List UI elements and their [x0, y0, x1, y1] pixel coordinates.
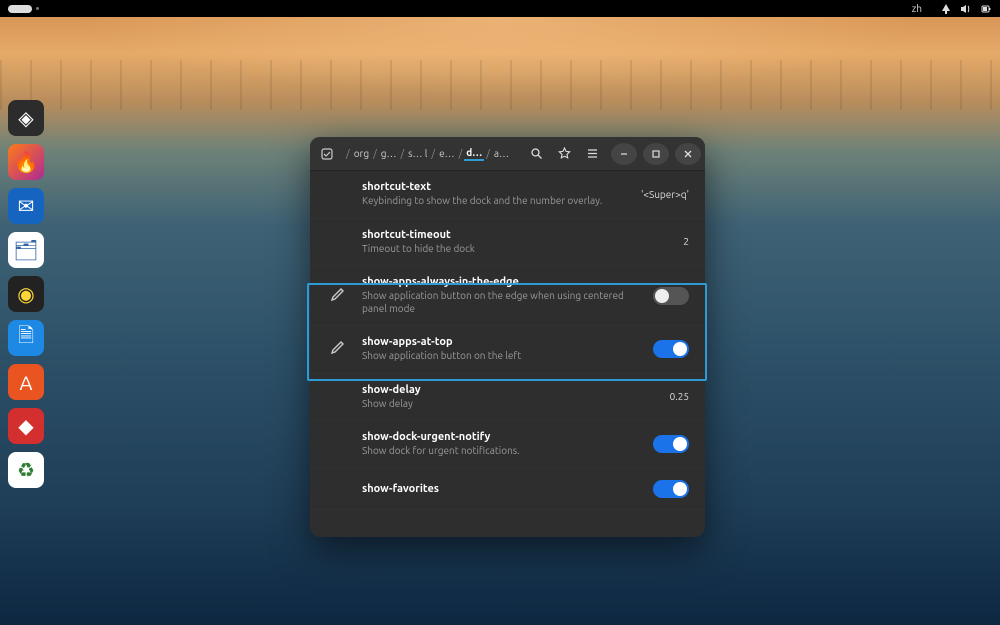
firefox-icon: 🔥	[14, 150, 39, 174]
document-icon: 🗎	[18, 321, 34, 355]
trash-icon: ♻	[17, 458, 35, 482]
toggle-show-favorites[interactable]	[653, 480, 689, 498]
dock-files[interactable]: 🗂	[8, 232, 44, 268]
dock-rhythmbox[interactable]: ◉	[8, 276, 44, 312]
toggle-show-apps-at-top[interactable]	[653, 340, 689, 358]
ubuntu-icon: ◈	[18, 106, 33, 130]
toggle-show-apps-always-in-the-edge[interactable]	[653, 287, 689, 305]
top-bar: zh	[0, 0, 1000, 17]
dock-thunderbird[interactable]: ✉	[8, 188, 44, 224]
key-row-shortcut-text[interactable]: shortcut-text Keybinding to show the dock…	[310, 171, 705, 219]
key-name: show-delay	[362, 384, 658, 396]
network-icon[interactable]	[940, 3, 952, 15]
dconf-logo-icon	[314, 141, 340, 167]
bookmark-button[interactable]	[551, 141, 577, 167]
pencil-icon	[330, 339, 350, 359]
volume-icon[interactable]	[960, 3, 972, 15]
close-button[interactable]	[675, 143, 701, 165]
app-icon: ◆	[18, 414, 33, 438]
menu-button[interactable]	[579, 141, 605, 167]
workspace-dot	[36, 7, 39, 10]
shopping-bag-icon: A	[20, 371, 33, 394]
maximize-button[interactable]	[643, 143, 669, 165]
thunderbird-icon: ✉	[18, 194, 35, 218]
key-value: '<Super>q'	[641, 189, 689, 200]
key-name: shortcut-timeout	[362, 229, 671, 241]
key-desc: Show application button on the edge when…	[362, 290, 641, 315]
dock-app[interactable]: ◆	[8, 408, 44, 444]
headerbar: /org /g… /s… l /e… /d… /a…	[310, 137, 705, 171]
files-icon: 🗂	[13, 238, 38, 262]
speaker-icon: ◉	[17, 282, 34, 306]
key-desc: Show delay	[362, 398, 658, 411]
key-desc: Timeout to hide the dock	[362, 243, 671, 256]
path-breadcrumb[interactable]: /org /g… /s… l /e… /d… /a…	[342, 147, 521, 161]
input-source-indicator[interactable]: zh	[912, 3, 922, 14]
key-name: show-apps-always-in-the-edge	[362, 276, 641, 288]
search-button[interactable]	[523, 141, 549, 167]
key-row-show-favorites[interactable]: show-favorites	[310, 469, 705, 510]
toggle-show-dock-urgent-notify[interactable]	[653, 435, 689, 453]
key-row-show-dock-urgent-notify[interactable]: show-dock-urgent-notify Show dock for urg…	[310, 421, 705, 469]
key-value: 0.25	[670, 391, 689, 402]
dock-writer[interactable]: 🗎	[8, 320, 44, 356]
key-row-shortcut-timeout[interactable]: shortcut-timeout Timeout to hide the dock…	[310, 219, 705, 267]
key-row-show-apps-at-top[interactable]: show-apps-at-top Show application button …	[310, 326, 705, 374]
key-value: 2	[683, 236, 689, 247]
activities-pill[interactable]	[8, 5, 32, 13]
key-row-show-apps-always-in-the-edge[interactable]: show-apps-always-in-the-edge Show applica…	[310, 266, 705, 326]
dock-show-apps[interactable]: ◈	[8, 100, 44, 136]
key-desc: Keybinding to show the dock and the numb…	[362, 195, 629, 208]
key-desc: Show application button on the left	[362, 350, 641, 363]
dock-trash[interactable]: ♻	[8, 452, 44, 488]
wallpaper-cranes	[0, 60, 1000, 110]
key-name: show-favorites	[362, 483, 641, 495]
dock-firefox[interactable]: 🔥	[8, 144, 44, 180]
pencil-icon	[330, 286, 350, 306]
minimize-button[interactable]	[611, 143, 637, 165]
battery-icon[interactable]	[980, 3, 992, 15]
key-name: shortcut-text	[362, 181, 629, 193]
key-row-show-delay[interactable]: show-delay Show delay 0.25	[310, 374, 705, 422]
dock-software[interactable]: A	[8, 364, 44, 400]
dconf-editor-window: /org /g… /s… l /e… /d… /a… shortcut-text…	[310, 137, 705, 537]
key-name: show-dock-urgent-notify	[362, 431, 641, 443]
key-name: show-apps-at-top	[362, 336, 641, 348]
key-list[interactable]: shortcut-text Keybinding to show the dock…	[310, 171, 705, 537]
dock: ◈ 🔥 ✉ 🗂 ◉ 🗎 A ◆ ♻	[4, 100, 48, 488]
key-desc: Show dock for urgent notifications.	[362, 445, 641, 458]
